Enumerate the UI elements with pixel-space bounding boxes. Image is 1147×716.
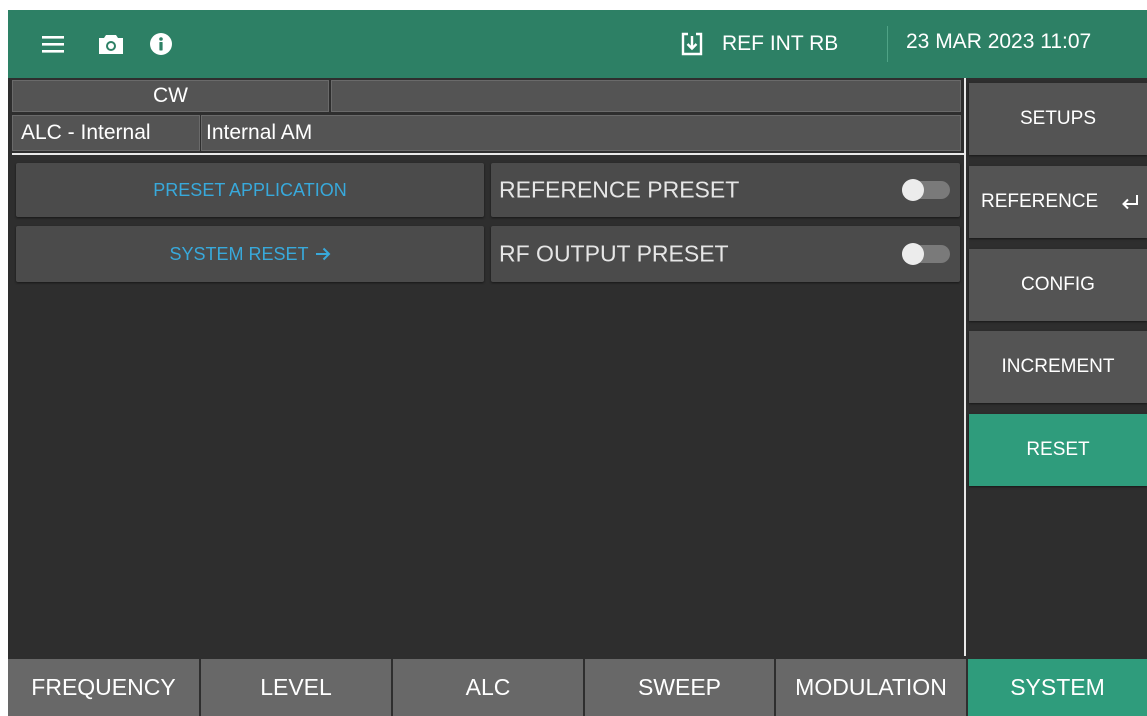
modulation-status-cell: Internal AM [201, 115, 961, 151]
tab-system-label: SYSTEM [1010, 674, 1105, 700]
reference-status: REF INT RB [680, 28, 838, 60]
top-status-bar: REF INT RB 23 MAR 2023 11:07 [8, 10, 1147, 78]
reference-preset-row: REFERENCE PRESET [491, 163, 960, 217]
reset-button[interactable]: RESET [969, 414, 1147, 486]
toggle-knob [902, 243, 924, 265]
increment-label: INCREMENT [1001, 356, 1115, 377]
return-icon [1120, 193, 1140, 211]
tab-sweep[interactable]: SWEEP [585, 659, 774, 716]
reference-preset-toggle[interactable] [902, 179, 950, 201]
mode-detail-cell [331, 80, 961, 112]
reference-button[interactable]: REFERENCE [969, 166, 1147, 238]
config-button[interactable]: CONFIG [969, 249, 1147, 321]
tab-alc-label: ALC [465, 674, 511, 700]
tab-frequency-label: FREQUENCY [31, 674, 176, 700]
tab-alc[interactable]: ALC [393, 659, 583, 716]
system-reset-label: SYSTEM RESET [169, 243, 309, 264]
increment-button[interactable]: INCREMENT [969, 331, 1147, 403]
header-divider [887, 26, 888, 62]
side-panel-divider [964, 78, 966, 656]
reset-label: RESET [1026, 439, 1090, 460]
reference-preset-label: REFERENCE PRESET [499, 176, 740, 203]
system-reset-button[interactable]: SYSTEM RESET [16, 226, 484, 282]
tab-system[interactable]: SYSTEM [968, 659, 1147, 716]
reference-label: REFERENCE [981, 191, 1099, 212]
setups-button[interactable]: SETUPS [969, 83, 1147, 155]
preset-application-label: PRESET APPLICATION [153, 179, 347, 200]
tab-sweep-label: SWEEP [637, 674, 722, 700]
reference-download-icon [680, 32, 704, 56]
hamburger-menu-icon[interactable] [40, 30, 68, 58]
camera-icon[interactable] [96, 30, 126, 58]
tab-level[interactable]: LEVEL [201, 659, 391, 716]
info-icon[interactable] [148, 30, 174, 58]
arrow-right-icon [315, 247, 331, 261]
rf-output-preset-row: RF OUTPUT PRESET [491, 226, 960, 282]
alc-status-cell: ALC - Internal [12, 115, 200, 151]
toggle-knob [902, 179, 924, 201]
tab-level-label: LEVEL [260, 674, 332, 700]
config-label: CONFIG [1021, 274, 1095, 295]
reference-status-text: REF INT RB [722, 32, 839, 55]
tab-modulation[interactable]: MODULATION [776, 659, 966, 716]
preset-application-button[interactable]: PRESET APPLICATION [16, 163, 484, 217]
setups-label: SETUPS [1019, 108, 1097, 129]
rf-output-preset-toggle[interactable] [902, 243, 950, 265]
date-time: 23 MAR 2023 11:07 [906, 30, 1092, 53]
tab-frequency[interactable]: FREQUENCY [8, 659, 199, 716]
instrument-screen: REF INT RB 23 MAR 2023 11:07 CW ALC - In… [8, 10, 1147, 716]
rf-output-preset-label: RF OUTPUT PRESET [499, 240, 729, 267]
mode-cell: CW [12, 80, 329, 112]
tab-modulation-label: MODULATION [795, 674, 947, 700]
info-divider [12, 153, 965, 155]
